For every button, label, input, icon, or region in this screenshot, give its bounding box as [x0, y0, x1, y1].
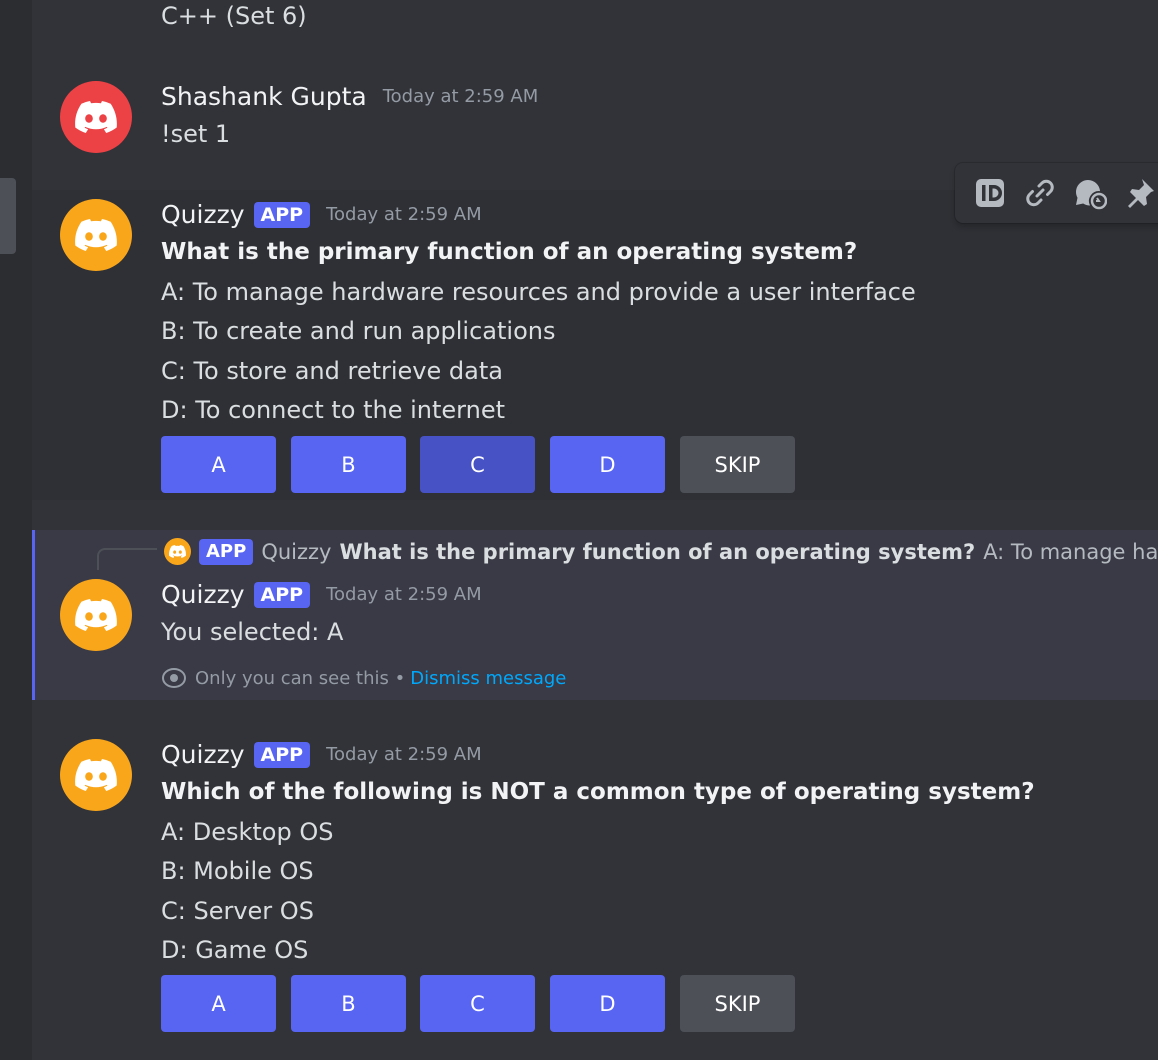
left-sidebar-strip [0, 0, 32, 1060]
answer-d-button[interactable]: D [550, 975, 665, 1032]
answer-c-button[interactable]: C [420, 975, 535, 1032]
sidebar-scroll-thumb[interactable] [0, 178, 16, 254]
skip-button[interactable]: SKIP [680, 436, 795, 493]
reply-preview-text: A: To manage hardwa [983, 539, 1158, 564]
reply-thread-icon [1076, 179, 1107, 210]
link-icon [1026, 179, 1054, 207]
avatar[interactable] [60, 739, 132, 811]
question-text: Which of the following is NOT a common t… [161, 779, 1035, 805]
app-badge: APP [253, 201, 311, 228]
avatar[interactable] [60, 579, 132, 651]
discord-logo-icon [75, 599, 117, 631]
option-c-text: C: Server OS [161, 897, 314, 925]
option-a-text: A: To manage hardware resources and prov… [161, 278, 916, 306]
chat-area: C++ (Set 6) Shashank Gupta Today at 2:59… [32, 0, 1158, 1060]
id-icon [976, 179, 1004, 207]
option-c-text: C: To store and retrieve data [161, 357, 503, 385]
message-hover-toolbar [955, 163, 1158, 223]
message-header: Shashank Gupta Today at 2:59 AM [161, 82, 538, 111]
message-ephemeral-reply: APP Quizzy What is the primary function … [32, 530, 1158, 700]
reply-question: What is the primary function of an opera… [339, 539, 976, 564]
option-b-text: B: To create and run applications [161, 317, 556, 345]
message-header: Quizzy APP Today at 2:59 AM [161, 580, 482, 609]
discord-logo-icon [75, 759, 117, 791]
username[interactable]: Quizzy [161, 580, 245, 609]
option-b-text: B: Mobile OS [161, 857, 314, 885]
reply-author: Quizzy [261, 539, 332, 564]
copy-link-button[interactable] [1015, 171, 1065, 215]
answer-b-button[interactable]: B [291, 436, 406, 493]
ephemeral-note: Only you can see this • Dismiss message [161, 665, 566, 691]
avatar[interactable] [60, 199, 132, 271]
discord-logo-icon [169, 545, 186, 558]
previous-message-text: C++ (Set 6) [161, 2, 307, 30]
app-badge: APP [253, 581, 311, 608]
message-header: Quizzy APP Today at 2:59 AM [161, 200, 482, 229]
message-bot-question: Quizzy APP Today at 2:59 AM Which of the… [32, 730, 1158, 1060]
timestamp[interactable]: Today at 2:59 AM [326, 204, 482, 225]
discord-logo-icon [75, 219, 117, 251]
avatar[interactable] [60, 81, 132, 153]
answer-a-button[interactable]: A [161, 975, 276, 1032]
option-a-text: A: Desktop OS [161, 818, 334, 846]
username[interactable]: Quizzy [161, 200, 245, 229]
answer-c-button[interactable]: C [420, 436, 535, 493]
answer-d-button[interactable]: D [550, 436, 665, 493]
reply-preview[interactable]: APP Quizzy What is the primary function … [164, 538, 1158, 565]
pin-icon [1128, 179, 1154, 208]
pin-button[interactable] [1115, 171, 1158, 215]
timestamp[interactable]: Today at 2:59 AM [383, 86, 539, 107]
reply-app-badge: APP [199, 538, 254, 565]
reply-connector [97, 548, 157, 570]
message-header: Quizzy APP Today at 2:59 AM [161, 740, 482, 769]
option-d-text: D: Game OS [161, 936, 309, 964]
reply-thread-button[interactable] [1065, 171, 1115, 215]
answer-a-button[interactable]: A [161, 436, 276, 493]
answer-b-button[interactable]: B [291, 975, 406, 1032]
timestamp[interactable]: Today at 2:59 AM [326, 744, 482, 765]
message-text: You selected: A [161, 618, 344, 646]
question-text: What is the primary function of an opera… [161, 239, 858, 265]
copy-id-button[interactable] [965, 171, 1015, 215]
message-bot-question: Quizzy APP Today at 2:59 AM What is the … [32, 190, 1158, 500]
option-d-text: D: To connect to the internet [161, 396, 506, 424]
discord-logo-icon [75, 101, 117, 133]
app-badge: APP [253, 741, 311, 768]
message-text: !set 1 [161, 120, 231, 148]
username[interactable]: Shashank Gupta [161, 82, 367, 111]
skip-button[interactable]: SKIP [680, 975, 795, 1032]
reply-avatar [164, 538, 191, 565]
dismiss-message-link[interactable]: Dismiss message [410, 668, 566, 689]
ephemeral-note-text: Only you can see this • [195, 667, 406, 689]
username[interactable]: Quizzy [161, 740, 245, 769]
timestamp[interactable]: Today at 2:59 AM [326, 584, 482, 605]
eye-icon [162, 668, 186, 688]
